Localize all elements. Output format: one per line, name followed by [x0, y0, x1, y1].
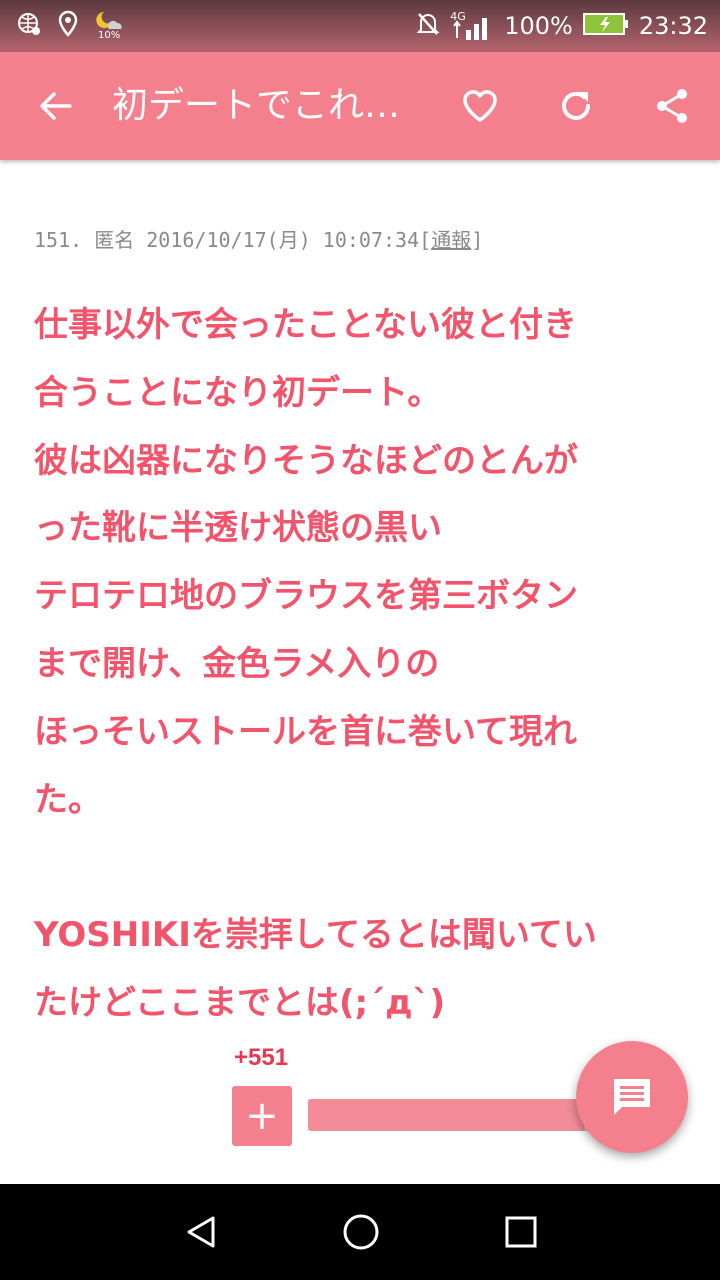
post-line: った靴に半透け状態の黒い [34, 508, 442, 549]
signal-icon: 4G [450, 10, 494, 42]
favorite-button[interactable] [454, 80, 506, 132]
vote-ratio-fill [308, 1099, 584, 1131]
share-button[interactable] [646, 80, 698, 132]
status-left-icons: 10% [16, 10, 126, 42]
refresh-button[interactable] [550, 80, 602, 132]
heart-icon [463, 90, 497, 122]
clock: 23:32 [638, 12, 708, 40]
comment-fab[interactable] [576, 1041, 688, 1153]
post-author: 匿名 [94, 228, 135, 252]
share-icon [657, 89, 687, 123]
vote-count: +551 [234, 1044, 289, 1071]
post-meta: 151. 匿名 2016/10/17(月) 10:07:34[通報] [34, 222, 694, 258]
weather-icon: 10% [94, 10, 126, 42]
post-line: た。 [34, 779, 102, 820]
post-line: 仕事以外で会ったことない彼と付き [34, 305, 577, 345]
page-title: 初デートでこれ… [112, 85, 401, 126]
post-datetime: 2016/10/17(月) 10:07:34 [146, 228, 420, 252]
navigation-bar [0, 1184, 720, 1280]
globe-icon [16, 11, 42, 41]
comment-icon [614, 1079, 650, 1115]
refresh-icon [562, 91, 590, 120]
post-number: 151. [34, 228, 83, 252]
post-line: テロテロ地のブラウスを第三ボタン [34, 576, 578, 617]
post-line-blank [34, 834, 694, 902]
status-right: 4G 100% 23:32 [416, 8, 708, 44]
recents-square-icon [505, 1216, 537, 1248]
location-icon [56, 10, 80, 42]
plus-label: + [245, 1093, 279, 1139]
app-bar: 初デートでこれ… [0, 52, 720, 160]
home-circle-icon [343, 1214, 379, 1250]
report-link[interactable]: 通報 [431, 228, 471, 252]
post-line: ほっそいストールを首に巻いて現れ [34, 711, 577, 752]
mute-icon [416, 10, 440, 42]
post-line: たけどここまでとは(;´д`) [34, 982, 446, 1023]
back-button[interactable] [30, 80, 82, 132]
battery-icon [582, 12, 629, 40]
weather-temp: 10% [98, 30, 121, 41]
post-line: 彼は凶器になりそうなほどのとんが [34, 440, 578, 481]
back-triangle-icon [187, 1216, 215, 1248]
report-bracket-open: [ [419, 228, 432, 252]
nav-home-button[interactable] [333, 1204, 389, 1260]
post-line: 合うことになり初デート。 [34, 372, 442, 413]
battery-percent: 100% [504, 12, 573, 40]
post-body: 仕事以外で会ったことない彼と付き 合うことになり初デート。 彼は凶器になりそうな… [34, 292, 694, 1038]
status-bar: 10% 4G 100% 23:32 [0, 0, 720, 52]
post-line: まで開け、金色ラメ入りの [34, 643, 440, 684]
nav-back-button[interactable] [173, 1204, 229, 1260]
vote-plus-button[interactable]: + [232, 1086, 292, 1146]
nav-recents-button[interactable] [493, 1204, 549, 1260]
report-bracket-close: ] [471, 228, 484, 252]
post-line: YOSHIKIを崇拝してるとは聞いてい [34, 915, 597, 956]
back-arrow-icon [40, 92, 72, 120]
